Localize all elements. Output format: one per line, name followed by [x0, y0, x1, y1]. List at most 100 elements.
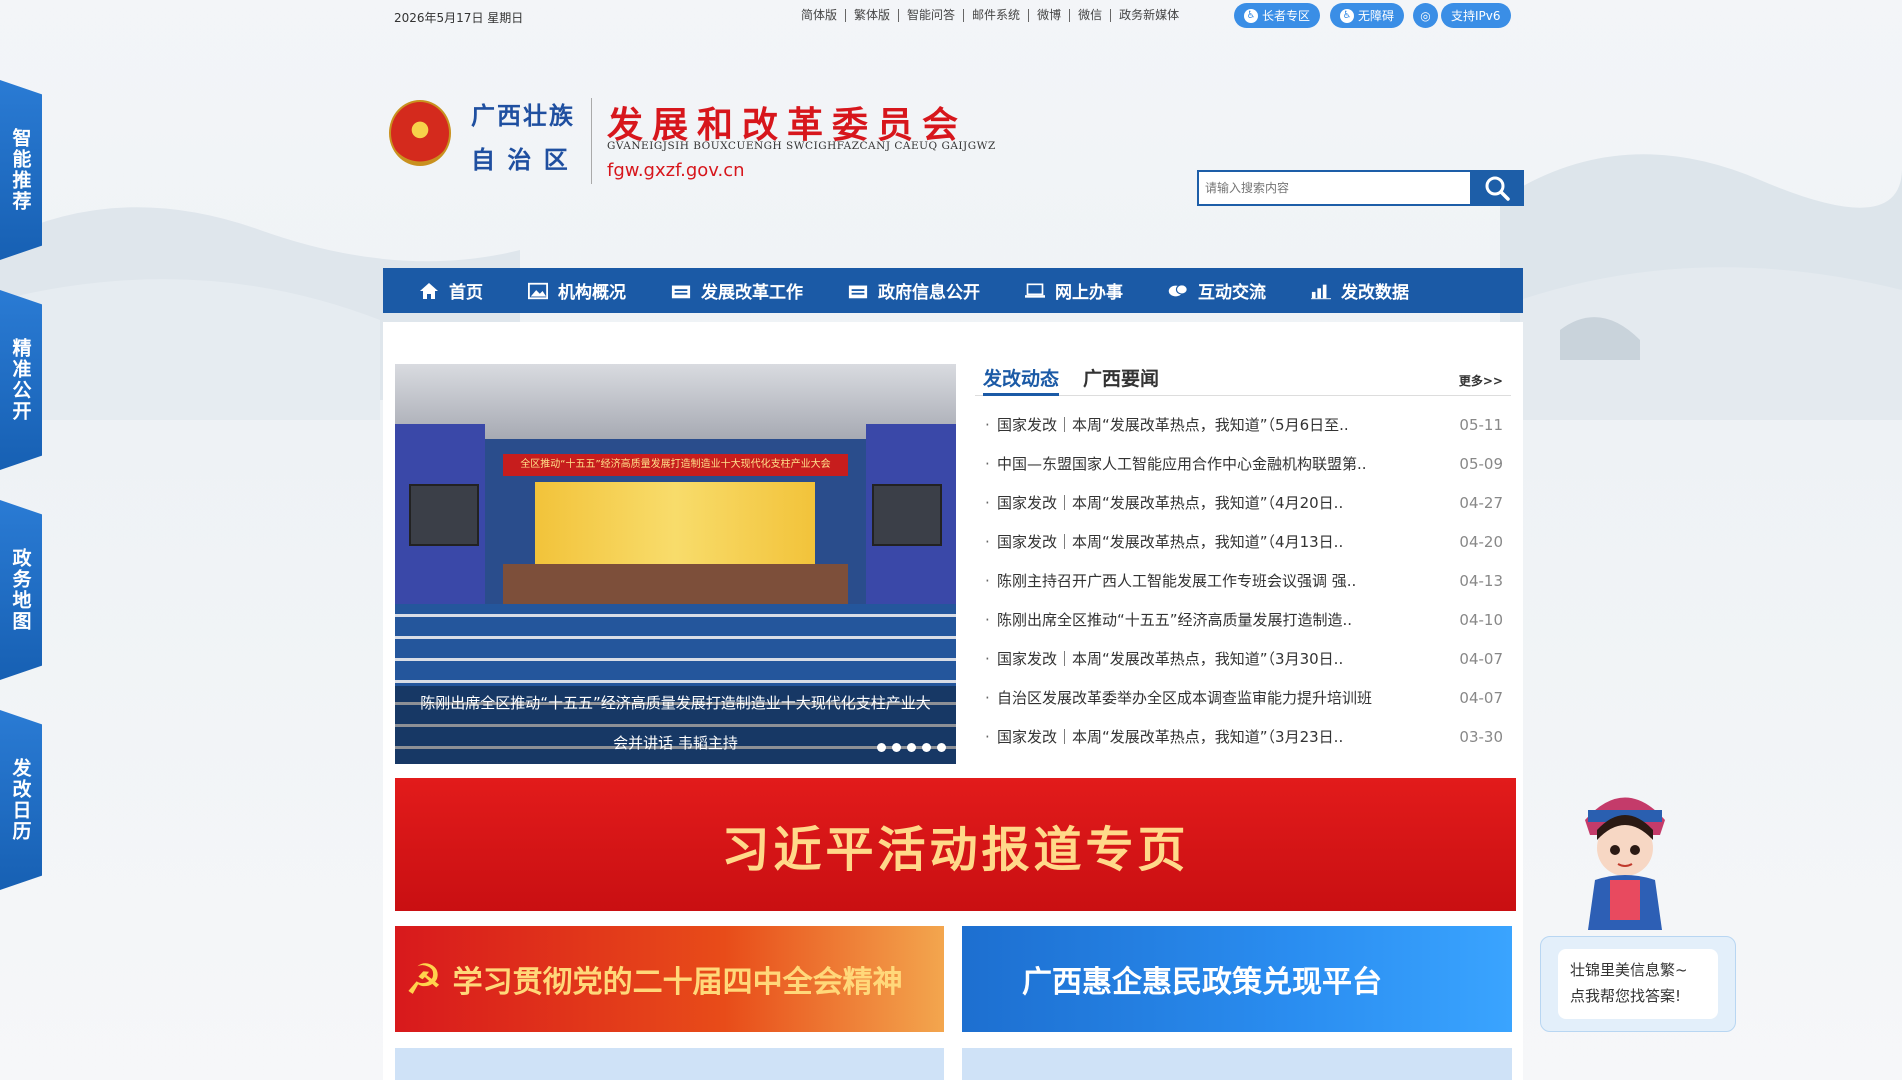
list-item[interactable]: 中国—东盟国家人工智能应用合作中心金融机构联盟第.. 05-09 — [975, 445, 1511, 484]
side-tab-disclosure[interactable]: 精准公开 — [0, 290, 42, 470]
slider-dot[interactable] — [892, 743, 901, 752]
home-icon — [419, 282, 439, 300]
list-item[interactable]: 国家发改｜本周“发展改革热点，我知道”（5月6日至.. 05-11 — [975, 406, 1511, 445]
link-smart-qa[interactable]: 智能问答 — [899, 9, 965, 22]
assistant-bubble[interactable]: 壮锦里美信息繁~ 点我帮您找答案! — [1540, 936, 1736, 1032]
nav-home-label: 首页 — [449, 283, 483, 303]
nav-reform-work[interactable]: 发展改革工作 — [671, 278, 803, 303]
link-new-media[interactable]: 政务新媒体 — [1111, 9, 1187, 22]
nav-home[interactable]: 首页 — [419, 278, 483, 303]
list-item[interactable]: 自治区发展改革委举办全区成本调查监审能力提升培训班 04-07 — [975, 679, 1511, 718]
more-link[interactable]: 更多>> — [1459, 372, 1503, 389]
list-item[interactable]: 陈刚主持召开广西人工智能发展工作专班会议强调 强.. 04-13 — [975, 562, 1511, 601]
list-item[interactable]: 国家发改｜本周“发展改革热点，我知道”（3月30日.. 04-07 — [975, 640, 1511, 679]
tab-reform-news[interactable]: 发改动态 — [983, 364, 1060, 396]
party-study-banner[interactable]: ☭ 学习贯彻党的二十届四中全会精神 — [395, 926, 944, 1032]
news-list: 国家发改｜本周“发展改革热点，我知道”（5月6日至.. 05-11 中国—东盟国家… — [975, 406, 1511, 757]
site-domain: fgw.gxzf.gov.cn — [607, 160, 745, 181]
top-links: 简体版 繁体版 智能问答 邮件系统 微博 微信 政务新媒体 — [793, 9, 1187, 22]
news-date: 05-11 — [1459, 416, 1503, 434]
nav-gov-info-label: 政府信息公开 — [878, 283, 980, 303]
slider-dot[interactable] — [877, 743, 886, 752]
bar-chart-icon — [1311, 282, 1331, 300]
search-icon — [1485, 176, 1510, 201]
slider-dots — [877, 743, 946, 752]
nav-about-label: 机构概况 — [558, 283, 626, 303]
policy-platform-banner[interactable]: 广西惠企惠民政策兑现平台 — [962, 926, 1512, 1032]
main-nav: 首页 机构概况 发展改革工作 政府信息公开 网上办事 互动交流 发改数据 — [383, 268, 1523, 313]
slide-caption-line-1: 陈刚出席全区推动“十五五”经济高质量发展打造制造业十大现代化支柱产业大 — [420, 694, 931, 712]
link-mail[interactable]: 邮件系统 — [964, 9, 1030, 22]
news-title: 中国—东盟国家人工智能应用合作中心金融机构联盟第.. — [997, 455, 1367, 473]
elder-zone-button[interactable]: ♿ 长者专区 — [1234, 3, 1321, 28]
nav-online-service[interactable]: 网上办事 — [1025, 278, 1123, 303]
nav-interaction-label: 互动交流 — [1198, 283, 1266, 303]
news-title: 国家发改｜本周“发展改革热点，我知道”（3月23日.. — [997, 728, 1344, 746]
slide-image-banner: 全区推动“十五五”经济高质量发展打造制造业十大现代化支柱产业大会 — [503, 454, 848, 476]
policy-banner-title: 广西惠企惠民政策兑现平台 — [1022, 965, 1382, 1000]
side-tab-recommend[interactable]: 智能推荐 — [0, 80, 42, 260]
party-banner-title: 学习贯彻党的二十届四中全会精神 — [452, 965, 903, 1000]
news-date: 03-30 — [1459, 728, 1503, 746]
virtual-assistant[interactable]: 壮锦里美信息繁~ 点我帮您找答案! — [1540, 780, 1736, 1050]
top-bar: 2026年5月17日 星期日 简体版 繁体版 智能问答 邮件系统 微博 微信 政… — [383, 0, 1523, 32]
link-weibo[interactable]: 微博 — [1029, 9, 1071, 22]
news-date: 04-27 — [1459, 494, 1503, 512]
news-date: 04-10 — [1459, 611, 1503, 629]
current-date: 2026年5月17日 星期日 — [394, 11, 524, 25]
party-emblem-icon: ☭ — [405, 954, 443, 1004]
slider-dot[interactable] — [907, 743, 916, 752]
elder-zone-label: 长者专区 — [1262, 9, 1311, 23]
slide-image-screen-right — [872, 484, 942, 546]
folder-icon — [671, 282, 691, 300]
nav-gov-info[interactable]: 政府信息公开 — [848, 278, 980, 303]
picture-icon — [528, 282, 548, 300]
slide-caption-line-2: 会并讲话 韦韬主持 — [613, 734, 738, 752]
list-item[interactable]: 国家发改｜本周“发展改革热点，我知道”（4月13日.. 04-20 — [975, 523, 1511, 562]
side-tab-calendar[interactable]: 发改日历 — [0, 710, 42, 890]
nav-data[interactable]: 发改数据 — [1311, 278, 1409, 303]
nav-about[interactable]: 机构概况 — [528, 278, 626, 303]
tab-guangxi-news[interactable]: 广西要闻 — [1083, 364, 1159, 396]
side-tab-map[interactable]: 政务地图 — [0, 500, 42, 680]
national-emblem-icon — [389, 100, 451, 166]
news-date: 04-13 — [1459, 572, 1503, 590]
news-title: 国家发改｜本周“发展改革热点，我知道”（3月30日.. — [997, 650, 1344, 668]
list-item[interactable]: 国家发改｜本周“发展改革热点，我知道”（3月23日.. 03-30 — [975, 718, 1511, 757]
list-item[interactable]: 国家发改｜本周“发展改革热点，我知道”（4月20日.. 04-27 — [975, 484, 1511, 523]
main-content: 全区推动“十五五”经济高质量发展打造制造业十大现代化支柱产业大会 陈刚出席全区推… — [383, 322, 1523, 1080]
chat-icon — [1168, 282, 1188, 300]
news-date: 04-07 — [1459, 650, 1503, 668]
link-traditional[interactable]: 繁体版 — [846, 9, 900, 22]
xi-activity-banner[interactable]: 习近平活动报道专页 — [395, 778, 1516, 911]
news-date: 04-07 — [1459, 689, 1503, 707]
nav-interaction[interactable]: 互动交流 — [1168, 278, 1266, 303]
ipv6-badge[interactable]: 支持IPv6 — [1441, 3, 1511, 28]
slide-caption[interactable]: 陈刚出席全区推动“十五五”经济高质量发展打造制造业十大现代化支柱产业大 会并讲话… — [395, 686, 956, 764]
slider-dot[interactable] — [937, 743, 946, 752]
accessibility-button[interactable]: ♿ 无障碍 — [1330, 3, 1405, 28]
news-title: 陈刚出席全区推动“十五五”经济高质量发展打造制造.. — [997, 611, 1353, 629]
region-line-1: 广西壮族 — [471, 101, 575, 130]
slider-dot[interactable] — [922, 743, 931, 752]
ipv6-icon: ◎ — [1413, 3, 1438, 28]
list-item[interactable]: 陈刚出席全区推动“十五五”经济高质量发展打造制造.. 04-10 — [975, 601, 1511, 640]
news-slider[interactable]: 全区推动“十五五”经济高质量发展打造制造业十大现代化支柱产业大会 陈刚出席全区推… — [395, 364, 956, 764]
news-date: 04-20 — [1459, 533, 1503, 551]
region-name: 广西壮族 自 治 区 — [471, 94, 575, 182]
assistant-character-icon — [1585, 797, 1665, 930]
link-wechat[interactable]: 微信 — [1070, 9, 1112, 22]
elder-icon: ♿ — [1244, 8, 1258, 23]
lower-banner-left[interactable] — [395, 1048, 944, 1080]
lower-banner-right[interactable] — [962, 1048, 1512, 1080]
search-button[interactable] — [1470, 170, 1524, 206]
news-title: 国家发改｜本周“发展改革热点，我知道”（4月13日.. — [997, 533, 1344, 551]
search-bar — [1197, 170, 1524, 206]
search-input[interactable] — [1197, 170, 1470, 206]
nav-online-service-label: 网上办事 — [1055, 283, 1123, 303]
link-simplified[interactable]: 简体版 — [793, 9, 847, 22]
laptop-icon — [1025, 282, 1045, 300]
accessibility-label: 无障碍 — [1358, 9, 1395, 23]
news-tabs: 发改动态 广西要闻 更多>> — [975, 364, 1511, 396]
accessibility-icon: ♿ — [1340, 8, 1354, 23]
